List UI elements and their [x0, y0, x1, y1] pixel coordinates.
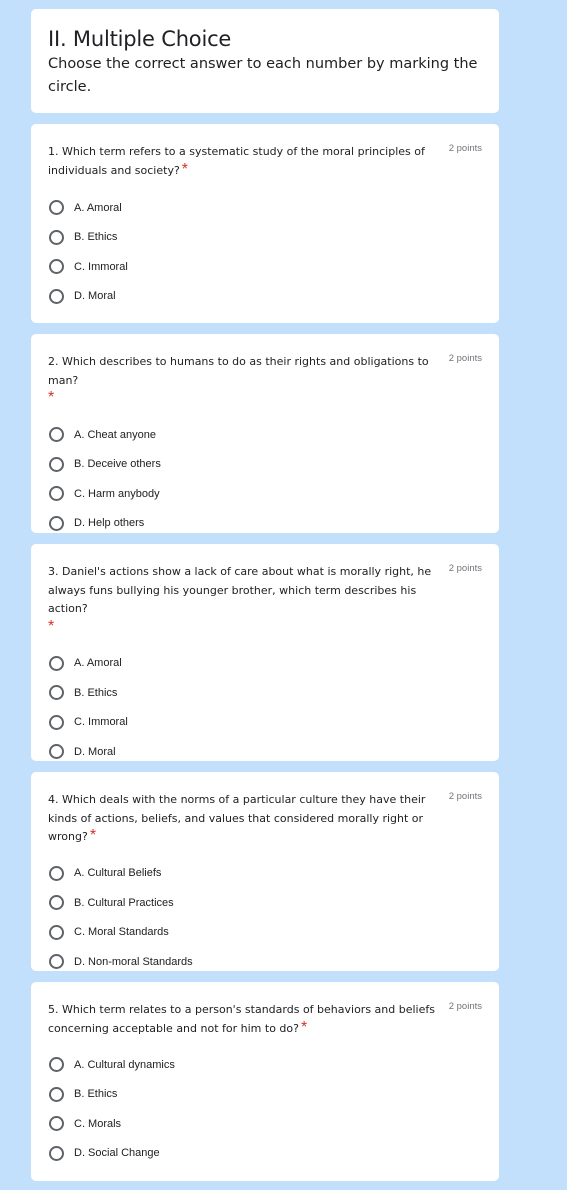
option-b[interactable]: B. Cultural Practices [48, 888, 482, 918]
option-b[interactable]: B. Ethics [48, 678, 482, 708]
option-b[interactable]: B. Deceive others [48, 450, 482, 480]
question-header: 2. Which describes to humans to do as th… [48, 352, 482, 407]
option-label: D. Moral [74, 745, 116, 758]
option-label: A. Amoral [74, 201, 122, 214]
question-header: 5. Which term relates to a person's stan… [48, 1000, 482, 1037]
required-asterisk: * [181, 160, 189, 178]
section-title: II. Multiple Choice [48, 27, 232, 51]
radio-button[interactable] [49, 744, 64, 760]
question-header: 3. Daniel's actions show a lack of care … [48, 562, 482, 636]
option-a[interactable]: A. Cultural dynamics [48, 1050, 482, 1080]
option-a[interactable]: A. Amoral [48, 649, 482, 679]
option-b[interactable]: B. Ethics [48, 223, 482, 253]
option-d[interactable]: D. Social Change [48, 1139, 482, 1169]
radio-button[interactable] [49, 200, 64, 216]
option-label: C. Moral Standards [74, 926, 169, 939]
question-card-3: 3. Daniel's actions show a lack of care … [31, 544, 499, 761]
radio-button[interactable] [49, 895, 64, 911]
option-a[interactable]: A. Amoral [48, 193, 482, 223]
radio-button[interactable] [49, 685, 64, 701]
radio-button[interactable] [49, 486, 64, 502]
question-text: 3. Daniel's actions show a lack of care … [48, 565, 432, 615]
option-c[interactable]: C. Immoral [48, 252, 482, 282]
option-label: C. Morals [74, 1117, 122, 1130]
question-text: 2. Which describes to humans to do as th… [48, 355, 429, 387]
option-d[interactable]: D. Non-moral Standards [48, 947, 482, 977]
option-label: D. Non-moral Standards [74, 955, 193, 968]
question-card-2: 2. Which describes to humans to do as th… [31, 334, 499, 533]
options-group: A. Cheat anyone B. Deceive others C. Har… [48, 420, 482, 538]
question-card-1: 1. Which term refers to a systematic stu… [31, 124, 499, 323]
option-label: A. Cultural Beliefs [74, 867, 162, 880]
option-label: B. Ethics [74, 1088, 118, 1101]
option-c[interactable]: C. Moral Standards [48, 918, 482, 948]
section-description: Choose the correct answer to each number… [48, 56, 478, 95]
option-a[interactable]: A. Cultural Beliefs [48, 859, 482, 889]
question-card-4: 4. Which deals with the norms of a parti… [31, 772, 499, 971]
question-text: 5. Which term relates to a person's stan… [48, 1003, 435, 1035]
required-asterisk: * [48, 617, 55, 635]
options-group: A. Amoral B. Ethics C. Immoral D. Moral [48, 649, 482, 767]
question-header: 1. Which term refers to a systematic stu… [48, 142, 482, 179]
option-d[interactable]: D. Help others [48, 509, 482, 539]
option-label: D. Help others [74, 517, 145, 530]
radio-button[interactable] [49, 515, 64, 531]
options-group: A. Amoral B. Ethics C. Immoral D. Moral [48, 193, 482, 311]
option-label: A. Cultural dynamics [74, 1058, 175, 1071]
option-b[interactable]: B. Ethics [48, 1080, 482, 1110]
required-asterisk: * [89, 827, 97, 844]
options-group: A. Cultural Beliefs B. Cultural Practice… [48, 859, 482, 977]
section-header-card: II. Multiple Choice Choose the correct a… [31, 9, 499, 113]
option-c[interactable]: C. Immoral [48, 708, 482, 738]
radio-button[interactable] [49, 1116, 64, 1132]
radio-button[interactable] [49, 954, 64, 970]
points-label: 2 points [448, 1001, 482, 1012]
option-label: C. Harm anybody [74, 487, 160, 500]
option-d[interactable]: D. Moral [48, 737, 482, 767]
question-text: 4. Which deals with the norms of a parti… [48, 793, 426, 843]
option-label: A. Cheat anyone [74, 428, 156, 441]
option-label: B. Deceive others [74, 458, 161, 471]
points-label: 2 points [448, 563, 482, 574]
required-asterisk: * [48, 389, 55, 406]
radio-button[interactable] [49, 1057, 64, 1073]
question-text: 1. Which term refers to a systematic stu… [48, 145, 425, 177]
option-label: A. Amoral [74, 657, 122, 670]
points-label: 2 points [448, 791, 482, 802]
radio-button[interactable] [49, 456, 64, 472]
options-group: A. Cultural dynamics B. Ethics C. Morals… [48, 1050, 482, 1168]
option-label: B. Ethics [74, 686, 118, 699]
radio-button[interactable] [49, 259, 64, 275]
radio-button[interactable] [49, 1145, 64, 1161]
option-a[interactable]: A. Cheat anyone [48, 420, 482, 450]
option-label: D. Social Change [74, 1147, 160, 1160]
radio-button[interactable] [49, 655, 64, 671]
points-label: 2 points [448, 353, 482, 364]
option-label: C. Immoral [74, 260, 128, 273]
question-header: 4. Which deals with the norms of a parti… [48, 790, 482, 846]
option-c[interactable]: C. Harm anybody [48, 479, 482, 509]
radio-button[interactable] [49, 229, 64, 245]
option-label: D. Moral [74, 290, 116, 303]
option-d[interactable]: D. Moral [48, 282, 482, 312]
option-c[interactable]: C. Morals [48, 1109, 482, 1139]
radio-button[interactable] [49, 865, 64, 881]
radio-button[interactable] [49, 288, 64, 304]
option-label: C. Immoral [74, 716, 128, 729]
option-label: B. Cultural Practices [74, 896, 174, 909]
option-label: B. Ethics [74, 231, 118, 244]
question-card-5: 5. Which term relates to a person's stan… [31, 982, 499, 1181]
radio-button[interactable] [49, 1086, 64, 1102]
radio-button[interactable] [49, 714, 64, 730]
radio-button[interactable] [49, 924, 64, 940]
required-asterisk: * [300, 1018, 308, 1036]
radio-button[interactable] [49, 427, 64, 443]
points-label: 2 points [448, 143, 482, 154]
